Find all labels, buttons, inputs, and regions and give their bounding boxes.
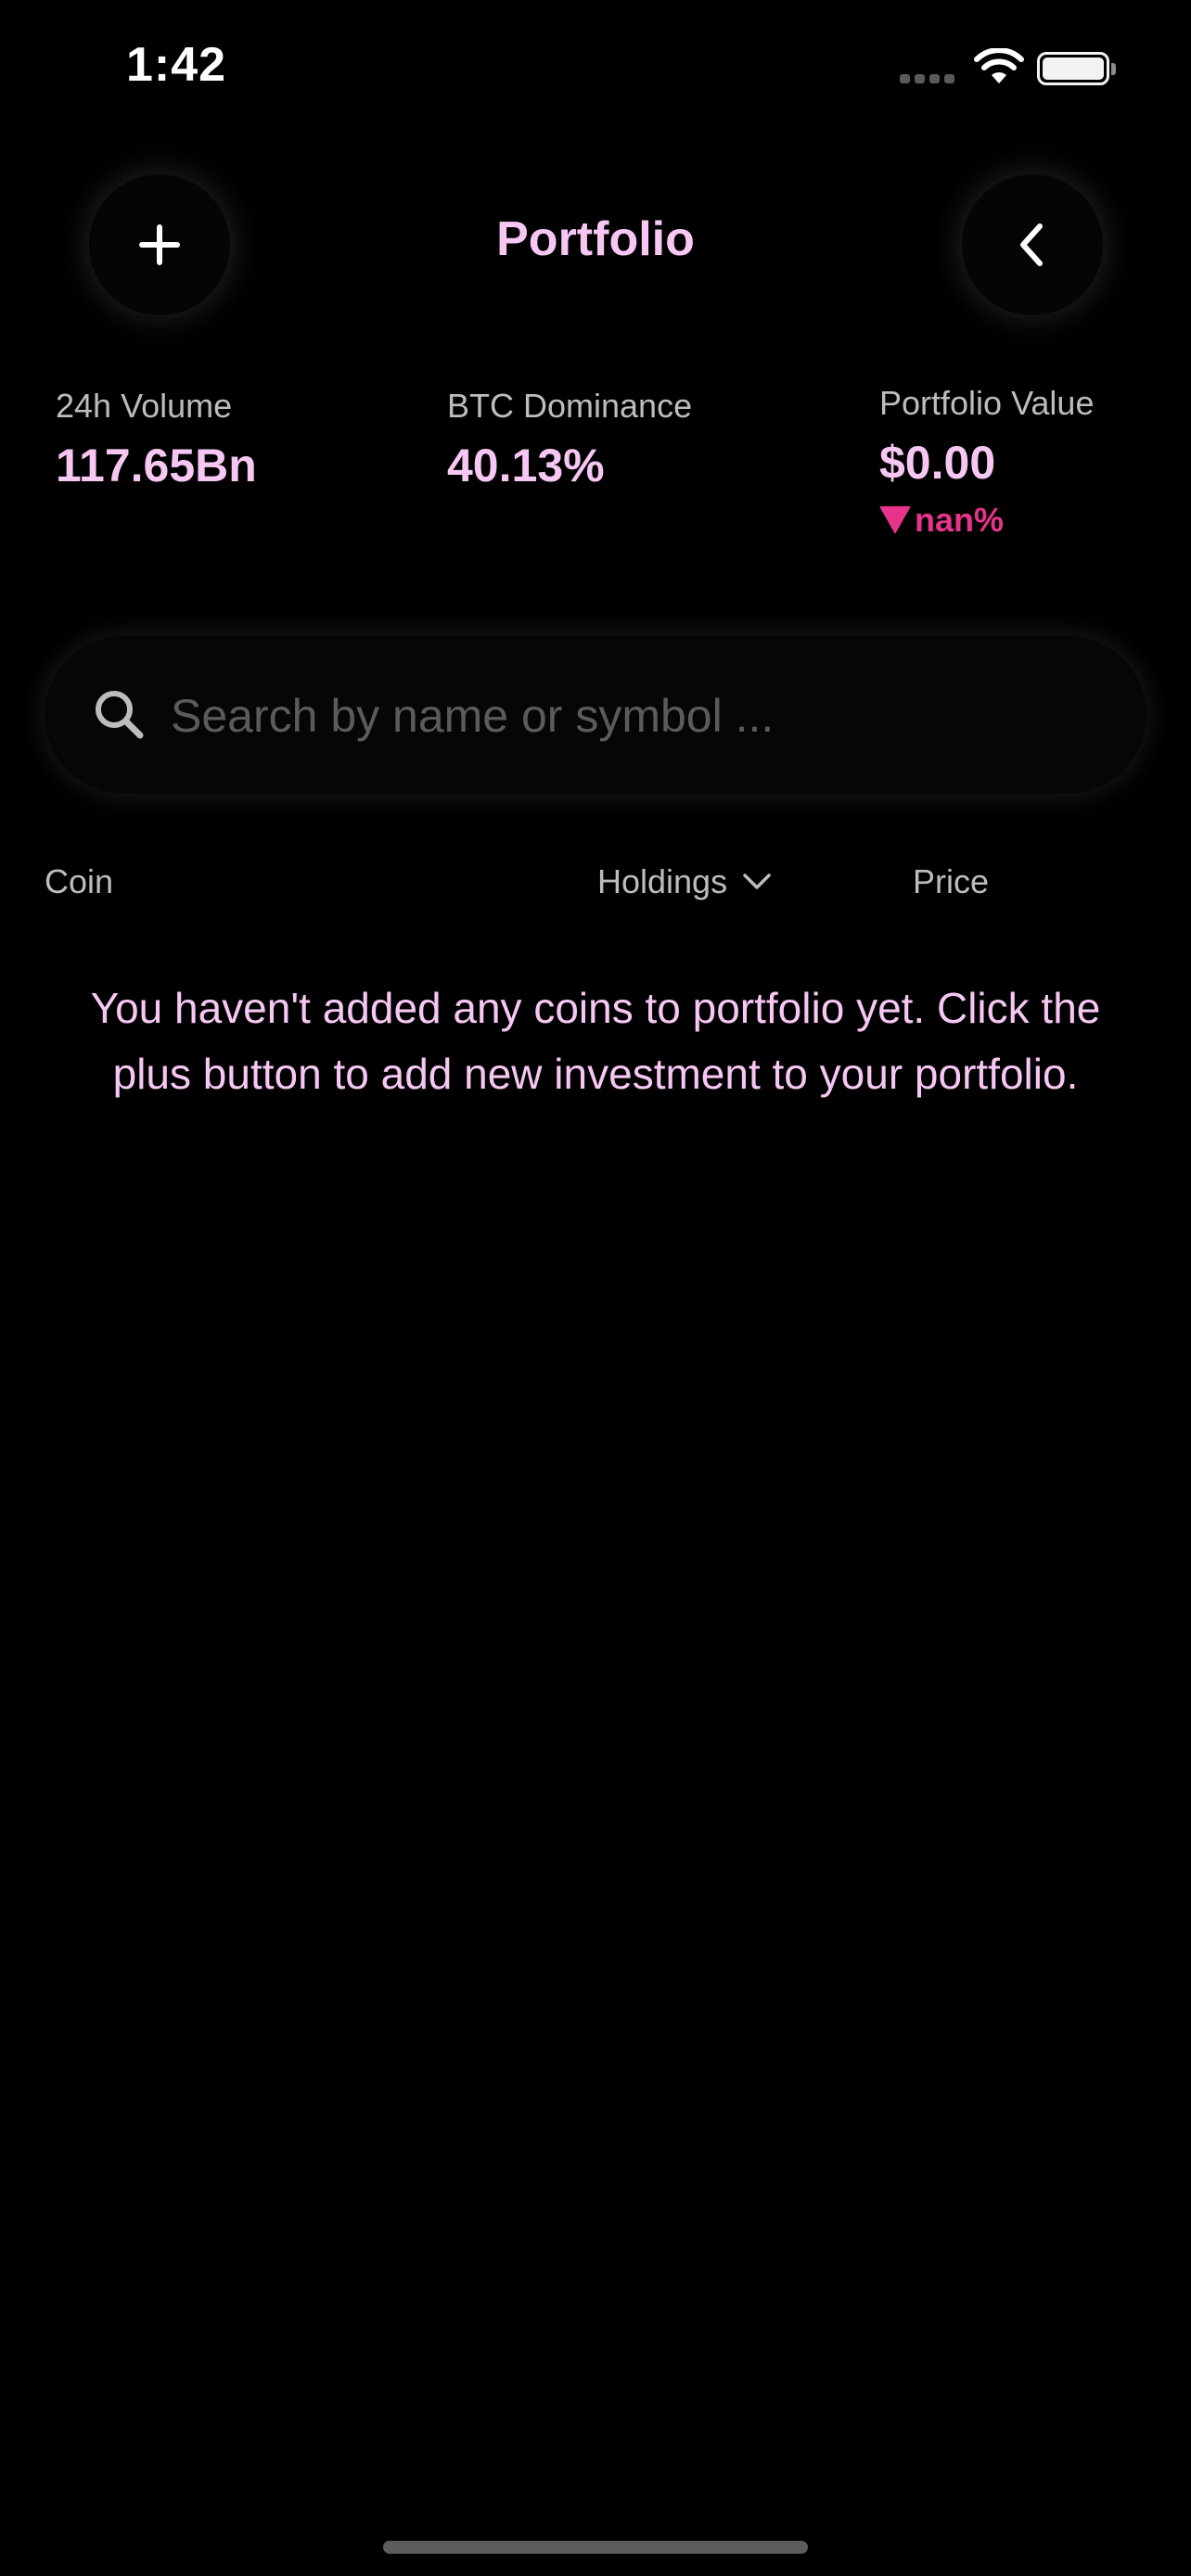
status-time: 1:42 — [126, 38, 227, 92]
empty-portfolio-message: You haven't added any coins to portfolio… — [90, 984, 1101, 1098]
search-bar[interactable] — [45, 636, 1146, 796]
column-header-label: Coin — [45, 862, 114, 900]
home-indicator[interactable] — [383, 2541, 808, 2554]
stat-value: 117.65Bn — [56, 440, 257, 491]
stat-change: nan% — [879, 501, 1094, 540]
stat-label: 24h Volume — [56, 387, 233, 425]
search-icon — [96, 691, 144, 739]
stat-btc-dominance: BTC Dominance 40.13% — [447, 387, 692, 492]
search-input[interactable] — [169, 636, 1100, 796]
portfolio-screen: 1:42 Portfolio 24h Volume 117.65Bn BTC D… — [0, 0, 1191, 2576]
column-header-label: Holdings — [597, 862, 728, 900]
stat-label: BTC Dominance — [447, 387, 693, 425]
stat-value: $0.00 — [879, 437, 996, 489]
battery-cap — [1111, 63, 1116, 75]
stat-change-text: nan% — [915, 501, 1005, 539]
triangle-down-icon — [879, 506, 911, 534]
stat-24h-volume: 24h Volume 117.65Bn — [56, 387, 257, 492]
status-icons — [900, 48, 1122, 93]
battery-icon — [1037, 52, 1109, 85]
column-header-price[interactable]: Price — [913, 862, 989, 901]
stat-value: 40.13% — [447, 440, 605, 491]
column-header-holdings[interactable]: Holdings — [597, 862, 772, 901]
column-header-coin[interactable]: Coin — [45, 862, 113, 901]
chevron-down-icon — [743, 874, 771, 889]
column-header-label: Price — [913, 862, 990, 900]
stat-portfolio-value: Portfolio Value $0.00 nan% — [879, 384, 1094, 540]
cellular-signal-icon — [900, 74, 955, 83]
chevron-left-icon — [1020, 223, 1043, 266]
stat-label: Portfolio Value — [879, 384, 1095, 422]
back-button[interactable] — [962, 174, 1103, 315]
wifi-icon — [974, 48, 1024, 83]
